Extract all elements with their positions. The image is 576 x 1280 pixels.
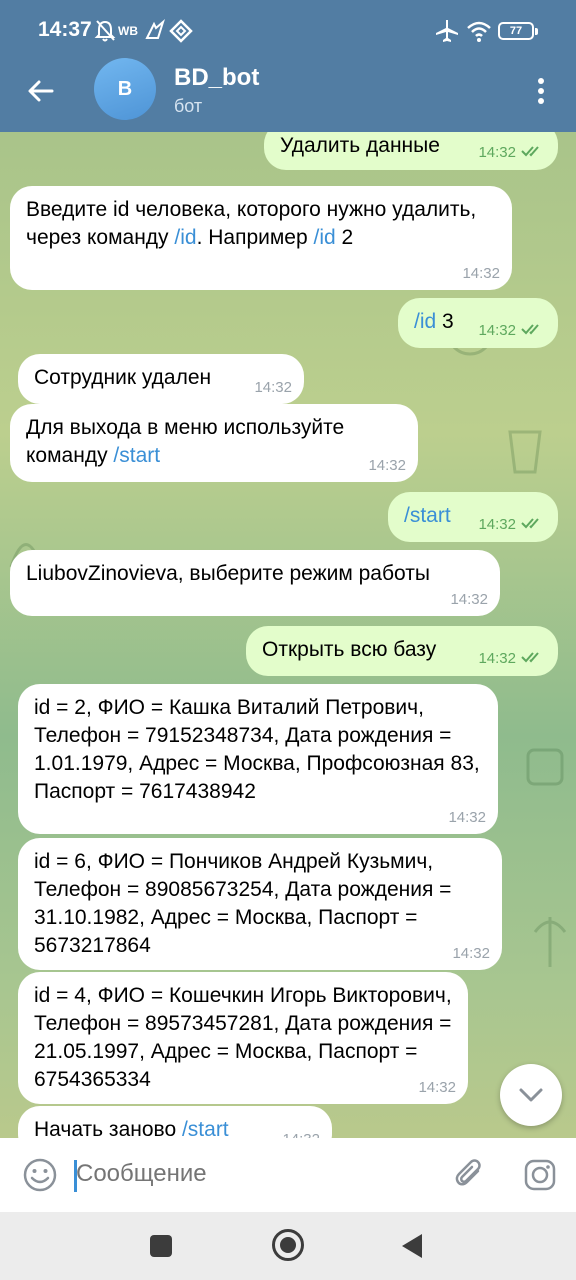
message-meta: 14:32: [450, 592, 488, 608]
double-check-icon: [520, 516, 546, 534]
message-meta: 14:32: [478, 650, 546, 668]
message-time: 14:32: [368, 457, 406, 474]
message-meta: 14:32: [478, 516, 546, 534]
message-text-part: Удалить данные: [280, 134, 440, 157]
vpn-icon: [169, 19, 193, 43]
incoming-message[interactable]: id = 4, ФИО = Кошечкин Игорь Викторович,…: [18, 972, 468, 1104]
incoming-message[interactable]: Сотрудник удален 14:32: [18, 354, 304, 404]
message-meta: 14:32: [452, 946, 490, 962]
chat-area[interactable]: Удалить данные 14:32 Введите id человека, …: [0, 132, 576, 1138]
chevron-down-icon: [519, 1088, 543, 1102]
message-meta: 14:32: [254, 380, 292, 396]
message-meta: 14:32: [368, 458, 406, 474]
message-text-part: Начать заново: [34, 1118, 182, 1138]
outgoing-message[interactable]: /id 3 14:32: [398, 298, 558, 348]
message-text-part: 2: [335, 226, 354, 249]
avatar-letter: B: [117, 77, 133, 100]
message-time: 14:32: [450, 591, 488, 608]
message-meta: 14:32: [462, 266, 500, 282]
composer: [0, 1138, 576, 1212]
message-text: Введите id человека, которого нужно удал…: [26, 198, 476, 249]
message-text: /start: [404, 504, 451, 527]
chat-title[interactable]: BD_bot: [174, 64, 259, 92]
chat-header: B BD_bot бот: [0, 58, 576, 132]
message-text: Начать заново /start: [34, 1118, 229, 1138]
message-text-part: Сотрудник удален: [34, 366, 212, 389]
message-text-part: 3: [436, 310, 454, 333]
home-icon[interactable]: [272, 1229, 304, 1261]
message-text: id = 4, ФИО = Кошечкин Игорь Викторович,…: [34, 984, 452, 1091]
double-check-icon: [520, 322, 546, 340]
command-link[interactable]: /start: [404, 504, 451, 527]
chat-subtitle: бот: [174, 96, 203, 116]
message-text: Удалить данные: [280, 134, 440, 157]
message-time: 14:32: [462, 265, 500, 282]
message-time: 14:32: [478, 322, 516, 339]
airplane-icon: [436, 20, 458, 42]
command-link[interactable]: /id: [414, 310, 436, 333]
message-meta: 14:32: [478, 144, 546, 162]
incoming-message[interactable]: Введите id человека, которого нужно удал…: [10, 186, 512, 290]
incoming-message[interactable]: id = 2, ФИО = Кашка Виталий Петрович, Те…: [18, 684, 498, 834]
back-arrow-icon[interactable]: [24, 74, 58, 108]
message-text-part: id = 4, ФИО = Кошечкин Игорь Викторович,…: [34, 984, 452, 1091]
message-time: 14:32: [418, 1079, 456, 1096]
command-link[interactable]: /id: [174, 226, 196, 249]
message-text-part: id = 2, ФИО = Кашка Виталий Петрович, Те…: [34, 696, 480, 803]
command-link[interactable]: /id: [314, 226, 336, 249]
message-input[interactable]: [76, 1160, 436, 1188]
more-vertical-icon[interactable]: [524, 74, 558, 108]
message-text: Сотрудник удален: [34, 366, 211, 389]
status-bar: 14:37 WB 77: [0, 0, 576, 62]
message-meta: 14:32: [478, 322, 546, 340]
back-icon[interactable]: [402, 1234, 422, 1258]
message-text-part: . Например: [196, 226, 314, 249]
double-check-icon: [520, 650, 546, 668]
message-text: LiubovZinovieva, выберите режим работы: [26, 562, 430, 585]
outgoing-message[interactable]: /start 14:32: [388, 492, 558, 542]
attach-icon[interactable]: [452, 1157, 488, 1193]
message-text-part: Для выхода в меню используйте команду: [26, 416, 345, 467]
double-check-icon: [520, 144, 546, 162]
incoming-message[interactable]: id = 6, ФИО = Пончиков Андрей Кузьмич, Т…: [18, 838, 502, 970]
message-text: id = 6, ФИО = Пончиков Андрей Кузьмич, Т…: [34, 850, 451, 957]
message-time: 14:32: [478, 144, 516, 161]
incoming-message[interactable]: LiubovZinovieva, выберите режим работы 14…: [10, 550, 500, 616]
mute-icon: [94, 20, 116, 42]
battery-icon: 77: [498, 22, 538, 40]
camera-icon[interactable]: [522, 1157, 558, 1193]
message-time: 14:32: [452, 945, 490, 962]
status-time: 14:37: [38, 18, 92, 41]
tiktok-icon: [145, 18, 165, 39]
message-text: /id 3: [414, 310, 454, 333]
recents-icon[interactable]: [150, 1235, 172, 1257]
command-link[interactable]: /start: [113, 444, 160, 467]
wifi-icon: [467, 21, 491, 42]
emoji-icon[interactable]: [22, 1157, 58, 1193]
message-time: 14:32: [254, 379, 292, 396]
message-meta: 14:32: [418, 1080, 456, 1096]
message-text: Открыть всю базу: [262, 638, 436, 661]
message-text-part: Открыть всю базу: [262, 638, 437, 661]
outgoing-message[interactable]: Открыть всю базу 14:32: [246, 626, 558, 676]
avatar[interactable]: B: [94, 58, 156, 120]
message-text: id = 2, ФИО = Кашка Виталий Петрович, Те…: [34, 696, 480, 803]
system-nav-bar: [0, 1212, 576, 1280]
message-meta: 14:32: [448, 810, 486, 826]
message-time: 14:32: [448, 809, 486, 826]
wallpaper-doodle: [526, 748, 564, 786]
incoming-message[interactable]: Для выхода в меню используйте команду /s…: [10, 404, 418, 482]
incoming-message[interactable]: Начать заново /start14:32: [18, 1106, 332, 1138]
message-time: 14:32: [478, 650, 516, 667]
wb-icon: WB: [118, 24, 138, 38]
wallpaper-doodle: [508, 430, 542, 474]
command-link[interactable]: /start: [182, 1118, 229, 1138]
message-text: Для выхода в меню используйте команду /s…: [26, 416, 344, 467]
message-time: 14:32: [478, 516, 516, 533]
scroll-down-button[interactable]: [500, 1064, 562, 1126]
wallpaper-doodle: [533, 917, 567, 967]
message-text-part: id = 6, ФИО = Пончиков Андрей Кузьмич, Т…: [34, 850, 452, 957]
message-text-part: LiubovZinovieva, выберите режим работы: [26, 562, 430, 585]
outgoing-message[interactable]: Удалить данные 14:32: [264, 132, 558, 170]
